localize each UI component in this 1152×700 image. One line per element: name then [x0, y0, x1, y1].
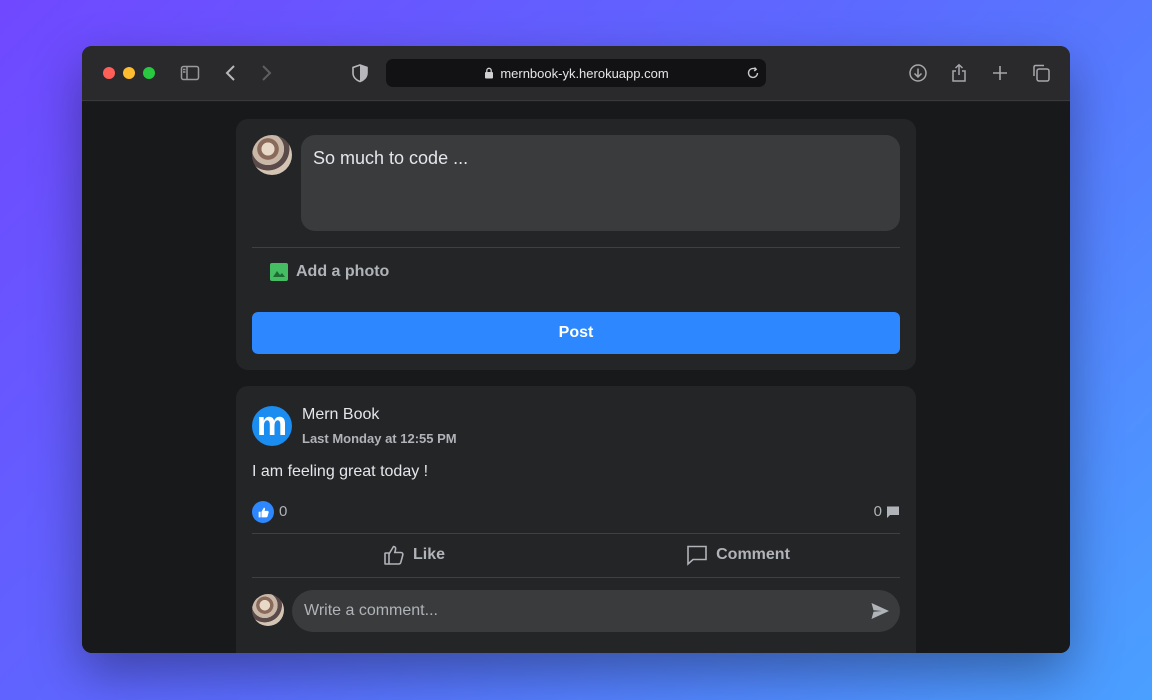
- comment-label: Comment: [716, 546, 790, 563]
- comment-count: 0: [873, 503, 882, 520]
- close-window-button[interactable]: [103, 67, 115, 79]
- forward-icon[interactable]: [254, 62, 276, 84]
- like-button[interactable]: Like: [252, 533, 576, 577]
- post-body: I am feeling great today !: [252, 463, 429, 480]
- like-count: 0: [279, 503, 288, 520]
- zoom-window-button[interactable]: [143, 67, 155, 79]
- url-text: mernbook-yk.herokuapp.com: [500, 65, 669, 81]
- reload-icon[interactable]: [746, 66, 760, 80]
- sidebar-icon[interactable]: [179, 62, 201, 84]
- like-label: Like: [412, 546, 445, 563]
- minimize-window-button[interactable]: [123, 67, 135, 79]
- comment-row: Write a comment...: [252, 590, 900, 632]
- comment-placeholder: Write a comment...: [304, 602, 438, 619]
- add-photo-button[interactable]: Add a photo: [270, 263, 389, 281]
- author-avatar[interactable]: m: [252, 406, 292, 446]
- actions-divider: [252, 577, 900, 578]
- post-actions: Like Comment: [252, 533, 900, 577]
- composer-divider: [252, 247, 900, 248]
- post-text-input[interactable]: So much to code ...: [301, 135, 900, 231]
- comment-icon: [687, 545, 707, 566]
- browser-window: mernbook-yk.herokuapp.com So much to cod…: [82, 46, 1070, 653]
- post-stats: 0 0: [252, 500, 900, 524]
- lock-icon: [485, 67, 494, 79]
- add-photo-label: Add a photo: [296, 263, 390, 280]
- download-icon[interactable]: [907, 62, 929, 84]
- post-button[interactable]: Post: [252, 312, 900, 354]
- tabs-icon[interactable]: [1030, 62, 1052, 84]
- new-tab-icon[interactable]: [989, 62, 1011, 84]
- user-avatar[interactable]: [252, 135, 292, 175]
- shield-icon[interactable]: [349, 62, 371, 84]
- like-badge-icon: [252, 501, 274, 523]
- comment-input[interactable]: Write a comment...: [292, 590, 900, 632]
- back-icon[interactable]: [221, 62, 243, 84]
- share-icon[interactable]: [948, 62, 970, 84]
- address-bar[interactable]: mernbook-yk.herokuapp.com: [386, 59, 766, 87]
- commenter-avatar[interactable]: [252, 594, 284, 626]
- comment-button[interactable]: Comment: [576, 533, 900, 577]
- logo-letter: m: [256, 405, 288, 443]
- post-composer: So much to code ... Add a photo Post: [236, 119, 916, 370]
- browser-toolbar: mernbook-yk.herokuapp.com: [82, 46, 1070, 101]
- post-card: m Mern Book Last Monday at 12:55 PM I am…: [236, 386, 916, 653]
- page-content: So much to code ... Add a photo Post m M…: [82, 102, 1070, 653]
- comment-count-icon: [887, 506, 899, 518]
- post-author[interactable]: Mern Book: [302, 406, 379, 424]
- send-icon[interactable]: [870, 601, 890, 621]
- post-timestamp: Last Monday at 12:55 PM: [302, 431, 457, 446]
- photo-icon: [270, 263, 288, 281]
- like-icon: [384, 545, 404, 565]
